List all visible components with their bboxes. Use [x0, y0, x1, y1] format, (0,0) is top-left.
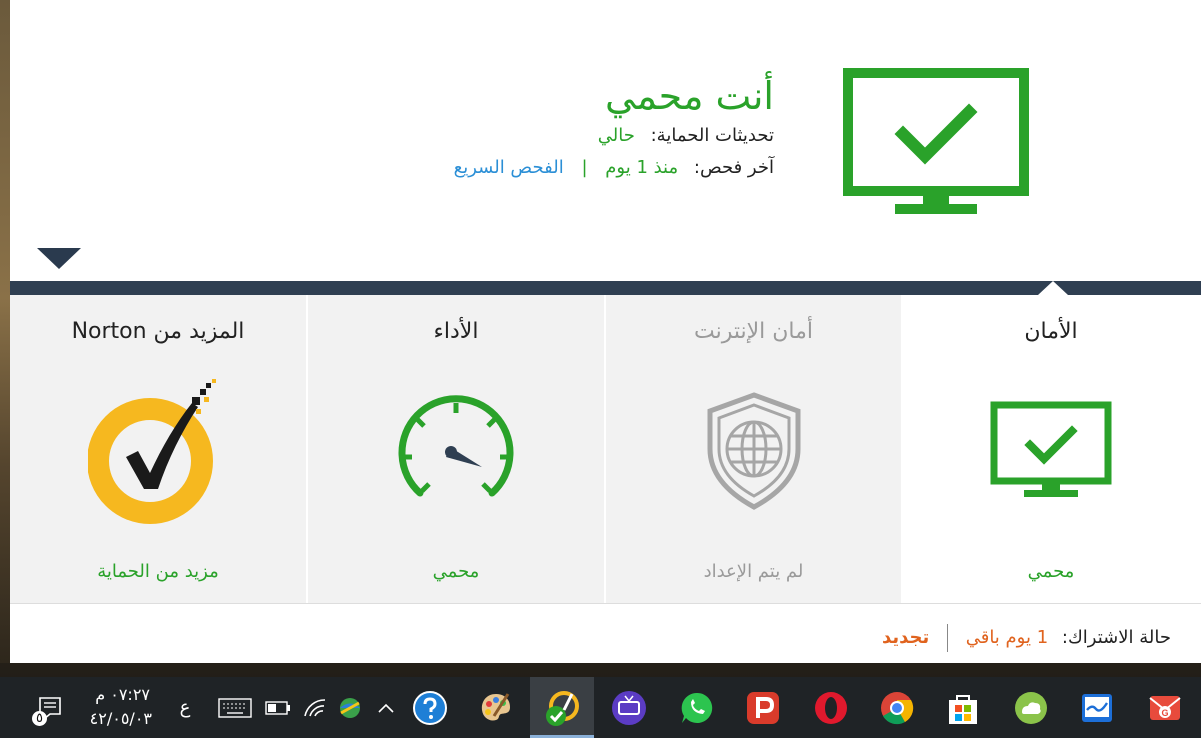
keyboard-icon: [218, 697, 252, 718]
monitor-check-icon: [990, 401, 1112, 497]
opera-icon: [815, 691, 847, 724]
action-center-button[interactable]: ٥: [28, 677, 72, 738]
subscription-footer: حالة الاشتراك: 1 يوم باقي تجديد: [10, 603, 1201, 663]
battery-icon: [265, 700, 290, 715]
wifi-tray[interactable]: [300, 677, 330, 738]
taskbar-whiteboard-app[interactable]: [1074, 677, 1120, 738]
active-tile-notch: [1038, 281, 1068, 295]
tile-internet-status: لم يتم الإعداد: [703, 561, 804, 582]
psiphon-icon: [747, 691, 779, 724]
separator: |: [581, 157, 588, 178]
paint-palette-icon: [481, 692, 510, 721]
tile-internet-security[interactable]: أمان الإنترنت لم يتم الإعداد: [606, 295, 901, 603]
tile-performance-title: الأداء: [433, 319, 479, 344]
taskbar-iptv-app[interactable]: [606, 677, 652, 738]
wifi-icon: [304, 698, 326, 716]
taskbar-psiphon-app[interactable]: [740, 677, 786, 738]
protection-status-block: أنت محمي تحديثات الحماية: حالي آخر فحص: …: [354, 72, 774, 184]
whatsapp-icon: [681, 692, 713, 723]
norton-logo-icon: [88, 379, 216, 524]
renew-link[interactable]: تجديد: [882, 627, 929, 648]
quick-scan-link[interactable]: الفحص السريع: [454, 157, 564, 178]
tile-performance[interactable]: الأداء محمي: [308, 295, 604, 603]
tile-security[interactable]: الأمان محمي: [901, 295, 1201, 603]
updates-value: حالي: [597, 125, 635, 146]
divider-bar: [10, 281, 1201, 295]
collapse-arrow-icon[interactable]: [37, 248, 81, 269]
touch-keyboard-button[interactable]: [214, 677, 256, 738]
network-tray[interactable]: [334, 677, 366, 738]
windows-taskbar: ٥ ٠٧:٢٧ م ٤٢/٠٥/٠٣ ع G: [0, 677, 1201, 738]
clock-time: ٠٧:٢٧ م: [95, 685, 150, 704]
cloud-app-icon: [1015, 691, 1047, 724]
clock[interactable]: ٠٧:٢٧ م ٤٢/٠٥/٠٣: [80, 677, 158, 738]
language-indicator[interactable]: ع: [168, 677, 202, 738]
language-label: ع: [179, 697, 191, 718]
svg-text:G: G: [1161, 708, 1168, 718]
globe-tray-icon: [340, 697, 360, 718]
subscription-label: حالة الاشتراك:: [1061, 627, 1171, 648]
chrome-icon: [881, 691, 914, 724]
tile-more-status: مزيد من الحماية: [97, 561, 219, 582]
last-scan-row: آخر فحص: منذ 1 يوم | الفحص السريع: [354, 152, 774, 184]
tile-security-title: الأمان: [1024, 319, 1078, 344]
taskbar-store-app[interactable]: [940, 677, 986, 738]
battery-tray[interactable]: [262, 677, 294, 738]
taskbar-norton-app[interactable]: [530, 677, 594, 738]
taskbar-chrome-app[interactable]: [874, 677, 920, 738]
whiteboard-icon: [1082, 693, 1112, 722]
footer-separator: [946, 624, 948, 652]
taskbar-gmail-app[interactable]: G: [1142, 677, 1188, 738]
protection-updates-row: تحديثات الحماية: حالي: [354, 120, 774, 152]
monitor-check-icon: [843, 68, 1029, 214]
iptv-icon: [612, 690, 646, 725]
clock-date: ٤٢/٠٥/٠٣: [89, 709, 152, 728]
taskbar-whatsapp-app[interactable]: [674, 677, 720, 738]
notification-badge: ٥: [32, 711, 47, 726]
taskbar-paint-app[interactable]: [472, 677, 520, 738]
norton-main-window: أنت محمي تحديثات الحماية: حالي آخر فحص: …: [10, 0, 1201, 663]
norton-taskbar-icon: [546, 690, 579, 726]
mail-app-icon: G: [1149, 695, 1181, 720]
taskbar-green-app[interactable]: [1008, 677, 1054, 738]
store-icon: [949, 694, 977, 724]
tile-security-status: محمي: [1027, 561, 1075, 582]
help-icon: [413, 690, 447, 725]
tile-more-norton[interactable]: المزيد من Norton مزيد من الحماية: [10, 295, 306, 603]
days-left: 1 يوم باقي: [965, 627, 1049, 648]
last-scan-label: آخر فحص:: [693, 157, 774, 178]
status-title: أنت محمي: [604, 74, 774, 118]
subscription-status: حالة الاشتراك: 1 يوم باقي تجديد: [882, 624, 1171, 652]
tile-internet-title: أمان الإنترنت: [693, 319, 814, 344]
tile-more-title: المزيد من Norton: [71, 319, 245, 344]
shield-globe-icon: [707, 392, 800, 510]
chevron-up-icon: [378, 703, 394, 713]
show-hidden-icons-button[interactable]: [372, 677, 400, 738]
taskbar-help-app[interactable]: [408, 677, 452, 738]
speedometer-icon: [398, 395, 514, 497]
last-scan-value: منذ 1 يوم: [605, 157, 679, 178]
updates-label: تحديثات الحماية:: [650, 125, 774, 146]
tile-performance-status: محمي: [432, 561, 480, 582]
taskbar-opera-app[interactable]: [808, 677, 854, 738]
